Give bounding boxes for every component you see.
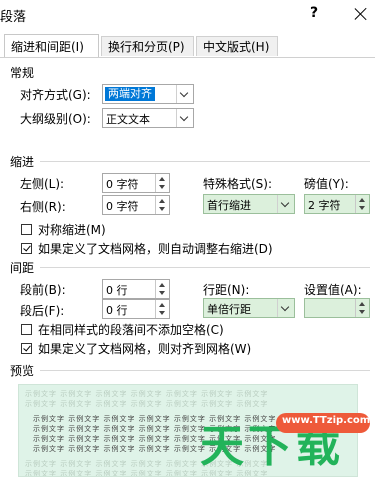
alignment-select[interactable]: 两端对齐 (102, 84, 194, 104)
dialog-title: 段落 (0, 10, 27, 25)
line-spacing-label: 行距(N): (203, 283, 250, 297)
chevron-down-icon[interactable] (277, 299, 294, 317)
close-icon[interactable] (352, 5, 370, 23)
preview-heading: 预览 (10, 364, 35, 378)
spacing-heading: 间距 (10, 261, 35, 275)
alignment-value: 两端对齐 (105, 87, 155, 101)
general-heading: 常规 (10, 66, 35, 80)
space-after-label: 段后(F): (20, 304, 65, 318)
spinner-arrows-icon[interactable] (155, 300, 169, 318)
auto-adjust-indent-label: 如果定义了文档网格，则自动调整右缩进(D) (38, 242, 273, 256)
indent-right-value: 0 字符 (106, 200, 139, 213)
section-divider (40, 370, 370, 371)
section-divider (40, 161, 370, 162)
indent-right-spinner[interactable]: 0 字符 (102, 195, 170, 215)
space-after-value: 0 行 (106, 304, 128, 317)
outline-level-label: 大纲级别(O): (20, 112, 91, 126)
tab-asian-typography[interactable]: 中文版式(H) (196, 36, 278, 56)
indent-by-spinner[interactable]: 2 字符 (304, 194, 370, 214)
preview-line: 示例文字 示例文字 示例文字 示例文字 示例文字 示例文字 示例文字 (25, 390, 269, 398)
title-bar: 段落 ? (0, 0, 375, 32)
watermark-url: www.TTzip.com (282, 415, 371, 426)
mirror-indents-label: 对称缩进(M) (38, 223, 106, 237)
space-before-value: 0 行 (106, 284, 128, 297)
auto-adjust-indent-checkbox[interactable] (21, 243, 32, 254)
special-indent-value: 首行缩进 (207, 199, 251, 212)
tab-indents-spacing[interactable]: 缩进和间距(I) (4, 34, 99, 58)
indent-left-value: 0 字符 (106, 178, 139, 191)
no-space-same-style-checkbox[interactable] (21, 324, 32, 335)
outline-level-value: 正文文本 (106, 113, 150, 126)
snap-to-grid-label: 如果定义了文档网格，则对齐到网格(W) (38, 342, 252, 356)
indent-left-spinner[interactable]: 0 字符 (102, 173, 170, 193)
spinner-arrows-icon[interactable] (155, 280, 169, 298)
preview-line: 示例文字 示例文字 示例文字 示例文字 示例文字 示例文字 示例文字 (25, 400, 269, 408)
section-divider (40, 267, 370, 268)
indent-right-label: 右侧(R): (20, 200, 66, 214)
spinner-arrows-icon[interactable] (155, 174, 169, 192)
indent-left-label: 左侧(L): (20, 177, 65, 191)
space-before-label: 段前(B): (20, 283, 66, 297)
line-spacing-select[interactable]: 单倍行距 (203, 298, 295, 318)
chevron-down-icon[interactable] (176, 109, 193, 127)
indent-by-value: 2 字符 (308, 199, 341, 212)
alignment-label: 对齐方式(G): (20, 88, 91, 102)
space-after-spinner[interactable]: 0 行 (102, 299, 170, 319)
space-before-spinner[interactable]: 0 行 (102, 279, 170, 299)
help-button[interactable]: ? (306, 5, 322, 23)
mirror-indents-checkbox[interactable] (21, 224, 32, 235)
tab-divider (0, 57, 375, 58)
line-spacing-value: 单倍行距 (207, 303, 251, 316)
spinner-arrows-icon[interactable] (155, 196, 169, 214)
spinner-arrows-icon[interactable] (355, 299, 369, 317)
spacing-at-label: 设置值(A): (304, 283, 362, 297)
special-indent-select[interactable]: 首行缩进 (203, 194, 295, 214)
indent-by-label: 磅值(Y): (304, 177, 349, 191)
tab-line-page-breaks[interactable]: 换行和分页(P) (101, 36, 194, 56)
snap-to-grid-checkbox[interactable] (21, 343, 32, 354)
chevron-down-icon[interactable] (176, 85, 193, 103)
chevron-down-icon[interactable] (277, 195, 294, 213)
spinner-arrows-icon[interactable] (355, 195, 369, 213)
spacing-at-spinner[interactable] (304, 298, 370, 318)
indent-heading: 缩进 (10, 155, 35, 169)
special-indent-label: 特殊格式(S): (203, 177, 273, 191)
outline-level-select[interactable]: 正文文本 (102, 108, 194, 128)
no-space-same-style-label: 在相同样式的段落间不添加空格(C) (38, 323, 224, 337)
